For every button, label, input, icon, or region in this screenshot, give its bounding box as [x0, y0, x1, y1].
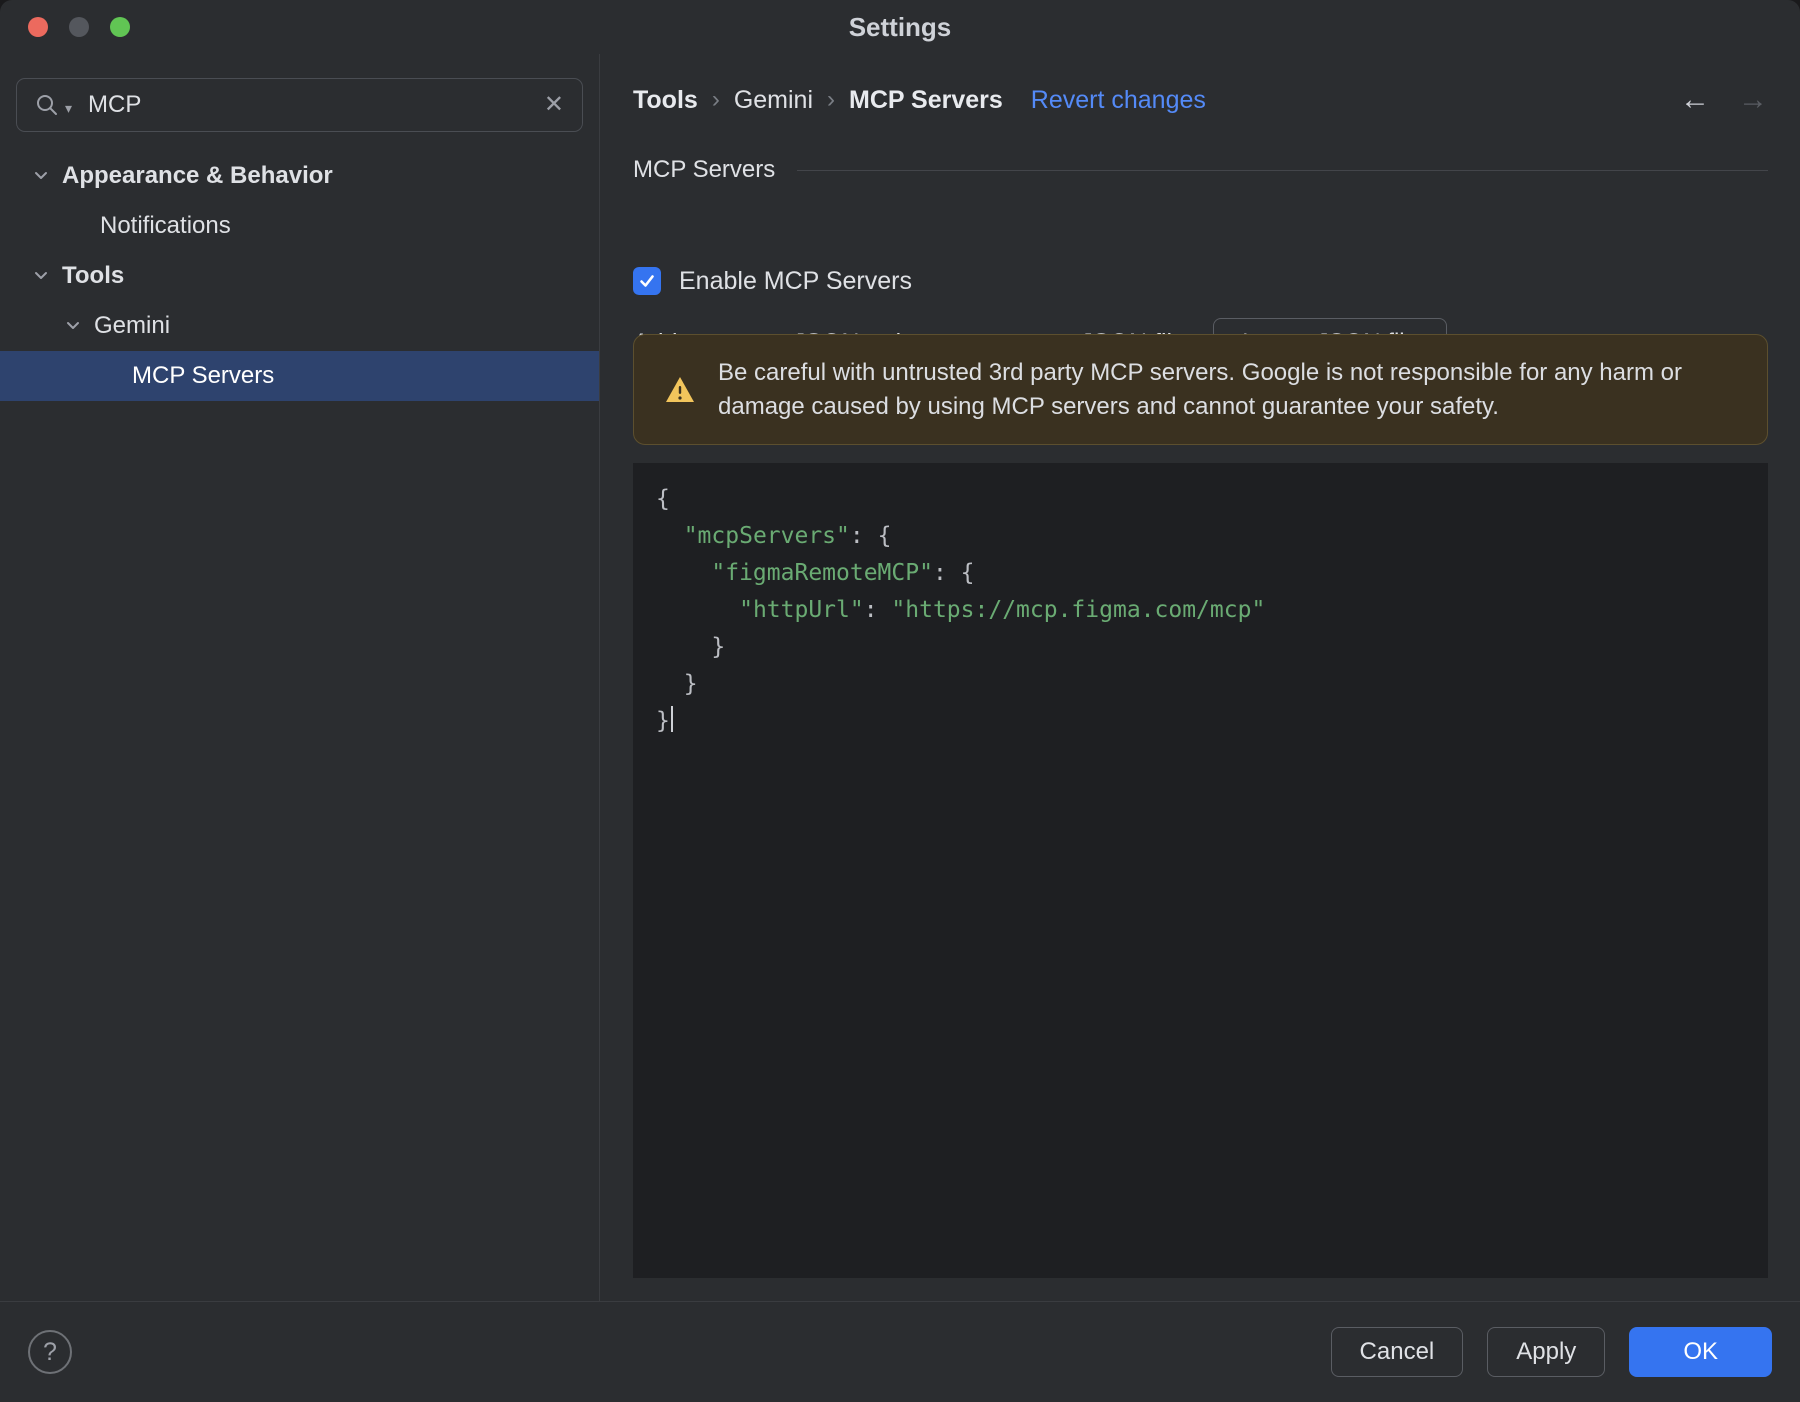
- warning-banner: Be careful with untrusted 3rd party MCP …: [633, 334, 1768, 445]
- settings-search-box[interactable]: ▾ ✕: [16, 78, 583, 132]
- breadcrumb-tools[interactable]: Tools: [633, 86, 698, 115]
- code-line: "figmaRemoteMCP": {: [711, 560, 975, 586]
- sidebar-item-appearance-behavior[interactable]: Appearance & Behavior: [0, 151, 599, 201]
- settings-tree: Appearance & Behavior Notifications Tool…: [0, 151, 599, 401]
- forward-icon[interactable]: →: [1738, 85, 1768, 115]
- minimize-window-button[interactable]: [69, 17, 89, 37]
- apply-button[interactable]: Apply: [1487, 1327, 1606, 1377]
- code-line: }: [656, 671, 698, 697]
- sidebar-item-notifications[interactable]: Notifications: [0, 201, 599, 251]
- traffic-lights: [28, 17, 130, 37]
- sidebar-item-label: Tools: [62, 262, 125, 289]
- checkmark-icon: [640, 275, 654, 287]
- sidebar-item-label: Gemini: [94, 312, 171, 339]
- search-options-chevron-icon[interactable]: ▾: [65, 100, 72, 131]
- footer: ? Cancel Apply OK: [0, 1301, 1800, 1402]
- zoom-window-button[interactable]: [110, 17, 130, 37]
- section-header: MCP Servers: [633, 150, 1768, 190]
- cancel-button[interactable]: Cancel: [1330, 1327, 1464, 1377]
- breadcrumb-gemini[interactable]: Gemini: [734, 86, 813, 115]
- chevron-down-icon[interactable]: [30, 165, 52, 187]
- code-line: "mcpServers": {: [683, 523, 892, 549]
- titlebar: Settings: [0, 0, 1800, 54]
- ok-button[interactable]: OK: [1629, 1327, 1772, 1377]
- enable-mcp-label: Enable MCP Servers: [679, 266, 912, 295]
- code-line: }: [656, 703, 1768, 740]
- chevron-down-icon[interactable]: [30, 265, 52, 287]
- code-line: }: [656, 634, 726, 660]
- enable-mcp-checkbox[interactable]: [633, 267, 661, 295]
- sidebar-item-mcp-servers[interactable]: MCP Servers: [0, 351, 599, 401]
- back-icon[interactable]: ←: [1680, 85, 1710, 115]
- page-title: MCP Servers: [633, 156, 776, 183]
- warning-text: Be careful with untrusted 3rd party MCP …: [718, 358, 1682, 420]
- warning-icon: [666, 376, 694, 402]
- code-line: "httpUrl": "https://mcp.figma.com/mcp": [739, 597, 1266, 623]
- section-divider: [797, 169, 1768, 171]
- settings-content: Tools › Gemini › MCP Servers Revert chan…: [601, 54, 1800, 1301]
- clear-search-icon[interactable]: ✕: [544, 93, 564, 117]
- settings-window: Settings ▾ ✕ Appearance & Behavior Notif…: [0, 0, 1800, 1402]
- enable-mcp-row: Enable MCP Servers: [633, 260, 912, 302]
- revert-changes-link[interactable]: Revert changes: [1031, 86, 1206, 115]
- breadcrumb-separator-icon: ›: [827, 86, 835, 113]
- window-title: Settings: [848, 11, 952, 42]
- breadcrumb: Tools › Gemini › MCP Servers Revert chan…: [633, 80, 1768, 120]
- sidebar-item-gemini[interactable]: Gemini: [0, 301, 599, 351]
- chevron-down-icon[interactable]: [62, 315, 84, 337]
- breadcrumb-mcp-servers: MCP Servers: [849, 85, 1003, 114]
- sidebar-item-label: Notifications: [100, 212, 231, 239]
- sidebar-item-label: MCP Servers: [132, 362, 275, 389]
- sidebar: ▾ ✕ Appearance & Behavior Notifications …: [0, 54, 600, 1301]
- json-editor[interactable]: { "mcpServers": { "figmaRemoteMCP": { "h…: [633, 463, 1768, 1278]
- sidebar-item-label: Appearance & Behavior: [62, 162, 333, 189]
- sidebar-item-tools[interactable]: Tools: [0, 251, 599, 301]
- question-icon: ?: [43, 1337, 57, 1366]
- help-button[interactable]: ?: [28, 1330, 72, 1374]
- search-input[interactable]: [86, 90, 538, 120]
- search-icon: [37, 95, 57, 115]
- text-cursor: [670, 706, 673, 732]
- close-window-button[interactable]: [28, 17, 48, 37]
- breadcrumb-separator-icon: ›: [711, 86, 720, 113]
- code-line: {: [656, 486, 670, 512]
